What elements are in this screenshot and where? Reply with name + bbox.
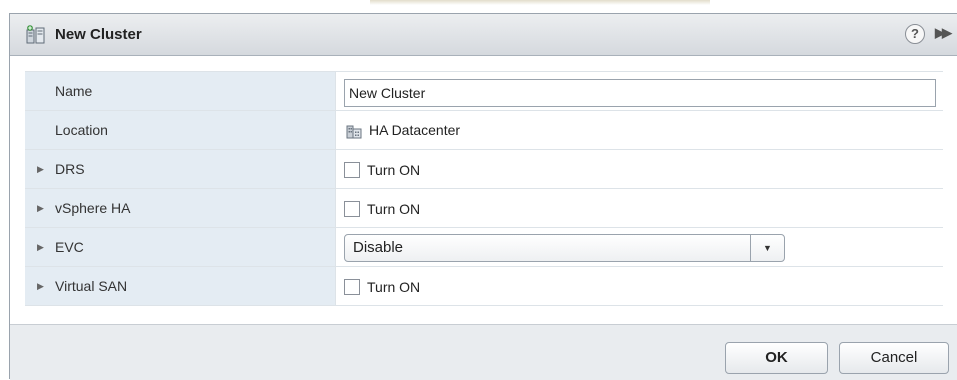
new-cluster-dialog: New Cluster ? ▶▶ Name Location [9,13,957,380]
virtual-san-value-cell: Turn ON [336,267,943,305]
drs-checkbox[interactable] [344,162,360,178]
row-expand-icon[interactable]: ▶ [37,189,44,227]
row-expand-icon[interactable]: ▶ [37,150,44,188]
cluster-name-input[interactable] [344,79,936,107]
location-value: HA Datacenter [369,122,461,138]
chevron-down-icon[interactable]: ▼ [750,235,784,261]
dialog-footer: OK Cancel [10,324,957,380]
vsphere-ha-label[interactable]: ▶ vSphere HA [25,189,336,227]
settings-grid: Name Location [25,71,943,306]
name-value-cell [336,72,943,110]
virtual-san-checkbox[interactable] [344,279,360,295]
evc-label[interactable]: ▶ EVC [25,228,336,266]
background-strip [0,0,957,13]
name-row: Name [25,72,943,111]
evc-mode-select[interactable]: Disable ▼ [344,234,785,262]
row-expand-icon[interactable]: ▶ [37,228,44,266]
drs-row[interactable]: ▶ DRS Turn ON [25,150,943,189]
vsphere-ha-checkbox-label[interactable]: Turn ON [367,189,420,229]
evc-value-cell: Disable ▼ [336,228,943,266]
vsphere-ha-value-cell: Turn ON [336,189,943,227]
location-label: Location [25,111,336,149]
row-expand-icon[interactable]: ▶ [37,267,44,305]
name-label: Name [25,72,336,110]
dialog-content: Name Location [10,56,957,324]
cluster-icon [26,25,45,44]
cancel-button[interactable]: Cancel [839,342,949,374]
dialog-title: New Cluster [55,26,142,43]
evc-selected-value: Disable [353,239,404,256]
dialog-titlebar: New Cluster ? ▶▶ [10,14,957,56]
virtual-san-label[interactable]: ▶ Virtual SAN [25,267,336,305]
location-row: Location HA Datacenter [25,111,943,150]
drs-value-cell: Turn ON [336,150,943,188]
virtual-san-checkbox-label[interactable]: Turn ON [367,267,420,307]
location-value-cell: HA Datacenter [336,111,943,149]
help-icon[interactable]: ? [905,24,925,44]
virtual-san-row[interactable]: ▶ Virtual SAN Turn ON [25,267,943,306]
datacenter-icon [346,125,362,139]
drs-label[interactable]: ▶ DRS [25,150,336,188]
expand-icon[interactable]: ▶▶ [935,25,952,41]
vsphere-ha-row[interactable]: ▶ vSphere HA Turn ON [25,189,943,228]
ok-button[interactable]: OK [725,342,828,374]
vsphere-ha-checkbox[interactable] [344,201,360,217]
background-shade [370,0,710,5]
evc-row[interactable]: ▶ EVC Disable ▼ [25,228,943,267]
drs-checkbox-label[interactable]: Turn ON [367,150,420,190]
